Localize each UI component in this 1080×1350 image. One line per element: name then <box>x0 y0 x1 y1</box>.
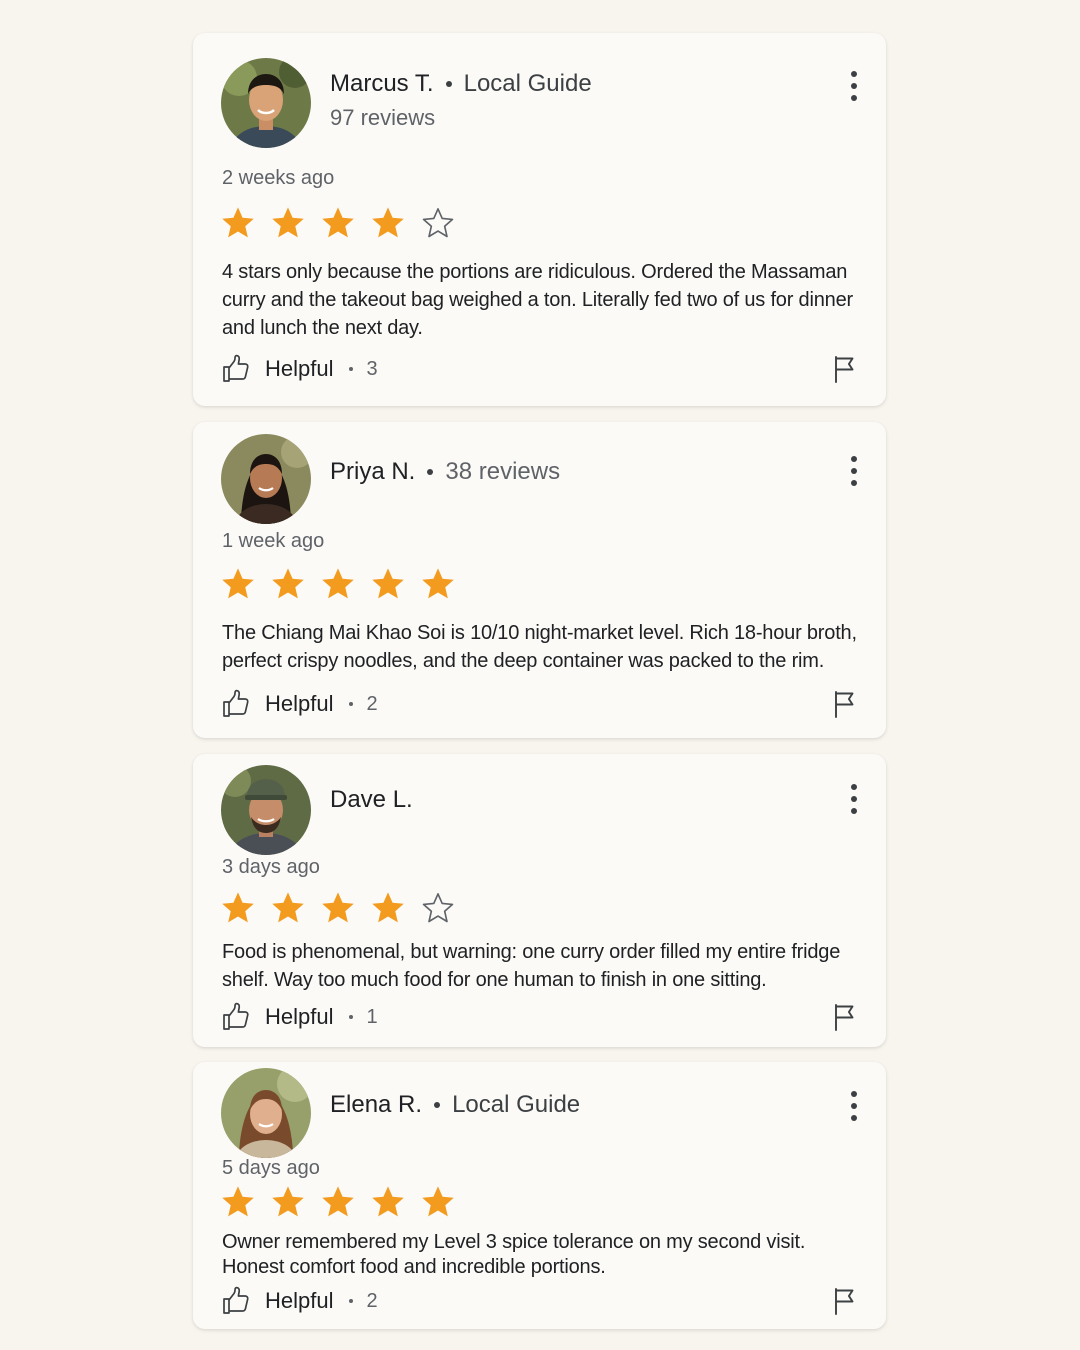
review-actions: Helpful 2 <box>221 1285 858 1317</box>
reviewer-header: Priya N. 38 reviews <box>330 457 560 487</box>
reviewer-header: Elena R. Local Guide <box>330 1090 580 1120</box>
review-date: 3 days ago <box>222 856 320 878</box>
avatar[interactable] <box>221 58 311 148</box>
helpful-count: 2 <box>366 1289 378 1312</box>
flag-icon[interactable] <box>832 355 858 383</box>
star-rating <box>220 890 456 926</box>
star-empty-icon <box>420 890 456 926</box>
more-vert-icon <box>851 71 857 77</box>
star-filled-icon <box>320 890 356 926</box>
star-filled-icon <box>270 1184 306 1220</box>
review-card: Priya N. 38 reviews 1 week ago The Chian… <box>193 422 886 738</box>
thumbs-up-icon <box>221 689 251 719</box>
review-text: The Chiang Mai Khao Soi is 10/10 night-m… <box>222 622 857 672</box>
review-card: Elena R. Local Guide 5 days ago Owner re… <box>193 1062 886 1329</box>
separator-dot <box>349 367 354 371</box>
review-actions: Helpful 2 <box>221 688 858 720</box>
star-filled-icon <box>370 205 406 241</box>
separator-dot <box>445 81 452 87</box>
star-filled-icon <box>370 566 406 602</box>
local-guide-badge: Local Guide <box>452 1091 581 1118</box>
helpful-button[interactable]: Helpful 2 <box>221 689 378 719</box>
helpful-label: Helpful <box>265 1288 334 1313</box>
star-filled-icon <box>320 566 356 602</box>
helpful-count: 3 <box>366 357 378 380</box>
review-date: 1 week ago <box>222 530 325 552</box>
star-rating <box>220 1184 456 1220</box>
helpful-button[interactable]: Helpful 3 <box>221 354 378 384</box>
star-rating <box>220 205 456 241</box>
thumbs-up-icon <box>221 1002 251 1032</box>
more-options-button[interactable] <box>846 456 862 486</box>
star-filled-icon <box>270 566 306 602</box>
helpful-label: Helpful <box>265 356 334 381</box>
helpful-label: Helpful <box>265 691 334 716</box>
flag-icon[interactable] <box>832 690 858 718</box>
separator-dot <box>349 1299 354 1303</box>
star-filled-icon <box>370 890 406 926</box>
review-actions: Helpful 1 <box>221 1001 858 1033</box>
separator-dot <box>349 702 354 706</box>
reviewer-name[interactable]: Elena R. <box>330 1090 422 1120</box>
thumbs-up-icon <box>221 1286 251 1316</box>
avatar[interactable] <box>221 1068 311 1158</box>
review-card: Dave L. 3 days ago Food is phenomenal, b… <box>193 754 886 1047</box>
star-empty-icon <box>420 205 456 241</box>
review-count: 97 reviews <box>330 105 436 130</box>
reviewer-name[interactable]: Dave L. <box>330 785 413 815</box>
helpful-count: 1 <box>366 1005 378 1028</box>
review-count: 38 reviews <box>445 458 561 485</box>
more-vert-icon <box>851 1091 857 1097</box>
thumbs-up-icon <box>221 354 251 384</box>
review-text: 4 stars only because the portions are ri… <box>222 261 853 339</box>
star-filled-icon <box>320 205 356 241</box>
more-vert-icon <box>851 456 857 462</box>
review-actions: Helpful 3 <box>221 353 858 385</box>
star-filled-icon <box>270 205 306 241</box>
star-filled-icon <box>220 890 256 926</box>
star-filled-icon <box>320 1184 356 1220</box>
helpful-button[interactable]: Helpful 2 <box>221 1286 378 1316</box>
avatar[interactable] <box>221 434 311 524</box>
avatar[interactable] <box>221 765 311 855</box>
reviewer-header: Marcus T. Local Guide <box>330 69 592 99</box>
flag-icon[interactable] <box>832 1287 858 1315</box>
local-guide-badge: Local Guide <box>463 70 592 97</box>
separator-dot <box>427 469 434 475</box>
star-filled-icon <box>220 566 256 602</box>
separator-dot <box>434 1102 441 1108</box>
helpful-label: Helpful <box>265 1004 334 1029</box>
star-filled-icon <box>420 1184 456 1220</box>
reviewer-name[interactable]: Priya N. <box>330 457 415 487</box>
review-date: 5 days ago <box>222 1157 320 1179</box>
review-card: Marcus T. Local Guide 97 reviews 2 weeks… <box>193 33 886 406</box>
review-text: Owner remembered my Level 3 spice tolera… <box>222 1231 806 1278</box>
helpful-count: 2 <box>366 692 378 715</box>
review-date: 2 weeks ago <box>222 167 335 189</box>
helpful-button[interactable]: Helpful 1 <box>221 1002 378 1032</box>
more-options-button[interactable] <box>846 784 862 814</box>
reviewer-header: Dave L. <box>330 785 413 815</box>
reviewer-name[interactable]: Marcus T. <box>330 69 434 99</box>
star-filled-icon <box>270 890 306 926</box>
flag-icon[interactable] <box>832 1003 858 1031</box>
star-filled-icon <box>220 205 256 241</box>
star-filled-icon <box>420 566 456 602</box>
star-rating <box>220 566 456 602</box>
star-filled-icon <box>220 1184 256 1220</box>
more-options-button[interactable] <box>846 1091 862 1121</box>
star-filled-icon <box>370 1184 406 1220</box>
more-vert-icon <box>851 784 857 790</box>
separator-dot <box>349 1015 354 1019</box>
more-options-button[interactable] <box>846 71 862 101</box>
review-text: Food is phenomenal, but warning: one cur… <box>222 941 841 991</box>
